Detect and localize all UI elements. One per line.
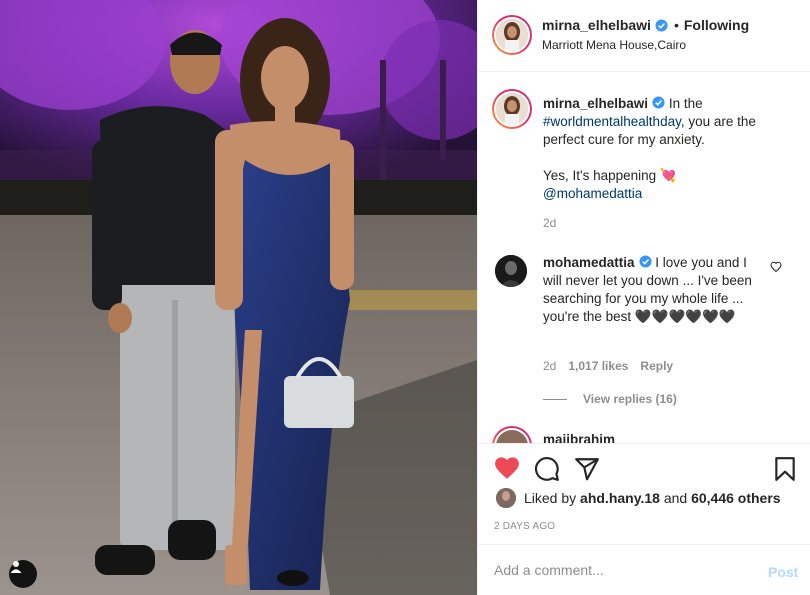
likes-and: and bbox=[663, 490, 688, 506]
replies-divider bbox=[543, 398, 567, 400]
post-details-panel: mirna_elhelbawi • Following Marriott Men… bbox=[477, 0, 810, 595]
paper-plane-icon[interactable] bbox=[574, 456, 600, 482]
liker-avatar[interactable] bbox=[496, 488, 516, 508]
caption-username[interactable]: mirna_elhelbawi bbox=[543, 96, 648, 111]
comment-input[interactable] bbox=[494, 562, 754, 578]
comments-list[interactable]: mirna_elhelbawi In the #worldmentalhealt… bbox=[478, 73, 810, 443]
action-bar bbox=[478, 443, 810, 493]
view-replies-button[interactable]: View replies (16) bbox=[543, 392, 677, 406]
reply-button[interactable]: Reply bbox=[640, 359, 673, 373]
verified-badge-icon bbox=[652, 96, 665, 109]
author-username[interactable]: mirna_elhelbawi bbox=[542, 17, 651, 33]
separator-dot: • bbox=[673, 17, 679, 33]
comment-likes-count[interactable]: 1,017 likes bbox=[568, 359, 628, 373]
commenter-avatar-image bbox=[495, 255, 527, 287]
post-date[interactable]: 2 DAYS AGO bbox=[494, 521, 555, 532]
likes-summary: Liked by ahd.hany.18 and 60,446 others bbox=[496, 488, 781, 508]
person-icon bbox=[10, 561, 22, 573]
liked-by-prefix: Liked by bbox=[524, 490, 577, 506]
caption-text-start: In the bbox=[668, 96, 703, 111]
caption-avatar-image bbox=[496, 93, 528, 125]
comment-meta: 2d 1,017 likes Reply bbox=[543, 359, 673, 373]
comment-bubble-icon[interactable] bbox=[534, 456, 560, 482]
next-commenter-username[interactable]: maiibrahim bbox=[543, 432, 615, 443]
add-comment-bar: Post bbox=[478, 544, 810, 595]
post-header: mirna_elhelbawi • Following Marriott Men… bbox=[478, 0, 810, 72]
next-commenter-avatar[interactable] bbox=[492, 426, 532, 443]
tagged-users-button[interactable] bbox=[9, 560, 37, 588]
following-button[interactable]: Following bbox=[684, 17, 749, 33]
heart-filled-icon[interactable] bbox=[494, 456, 520, 480]
liker-avatar-image bbox=[496, 488, 516, 508]
post-comment-button[interactable]: Post bbox=[768, 564, 798, 580]
verified-badge-icon bbox=[655, 18, 668, 32]
comment-text: mohamedattia I love you and I will never… bbox=[543, 254, 765, 326]
caption-line-2: Yes, It's happening 💘 bbox=[543, 168, 677, 183]
location-link[interactable]: Marriott Mena House,Cairo bbox=[542, 38, 686, 52]
view-replies-label: View replies (16) bbox=[583, 392, 677, 406]
author-avatar-image bbox=[496, 19, 528, 51]
commenter-username[interactable]: mohamedattia bbox=[543, 255, 635, 270]
caption-text: mirna_elhelbawi In the #worldmentalhealt… bbox=[543, 95, 788, 203]
post-photo[interactable] bbox=[0, 0, 477, 595]
likes-others-count[interactable]: 60,446 others bbox=[691, 490, 781, 506]
bookmark-icon[interactable] bbox=[774, 456, 796, 482]
mention-link[interactable]: @mohamedattia bbox=[543, 186, 642, 201]
verified-badge-icon bbox=[638, 255, 652, 268]
commenter-avatar[interactable] bbox=[495, 255, 527, 287]
author-avatar[interactable] bbox=[492, 15, 532, 55]
hashtag-link[interactable]: #worldmentalhealthday bbox=[543, 114, 681, 129]
photo-illustration bbox=[0, 0, 477, 595]
liker-username[interactable]: ahd.hany.18 bbox=[580, 490, 660, 506]
caption-avatar[interactable] bbox=[492, 89, 532, 129]
comment-like-icon[interactable] bbox=[770, 261, 782, 273]
caption-timestamp[interactable]: 2d bbox=[543, 216, 556, 230]
comment-timestamp[interactable]: 2d bbox=[543, 359, 556, 373]
